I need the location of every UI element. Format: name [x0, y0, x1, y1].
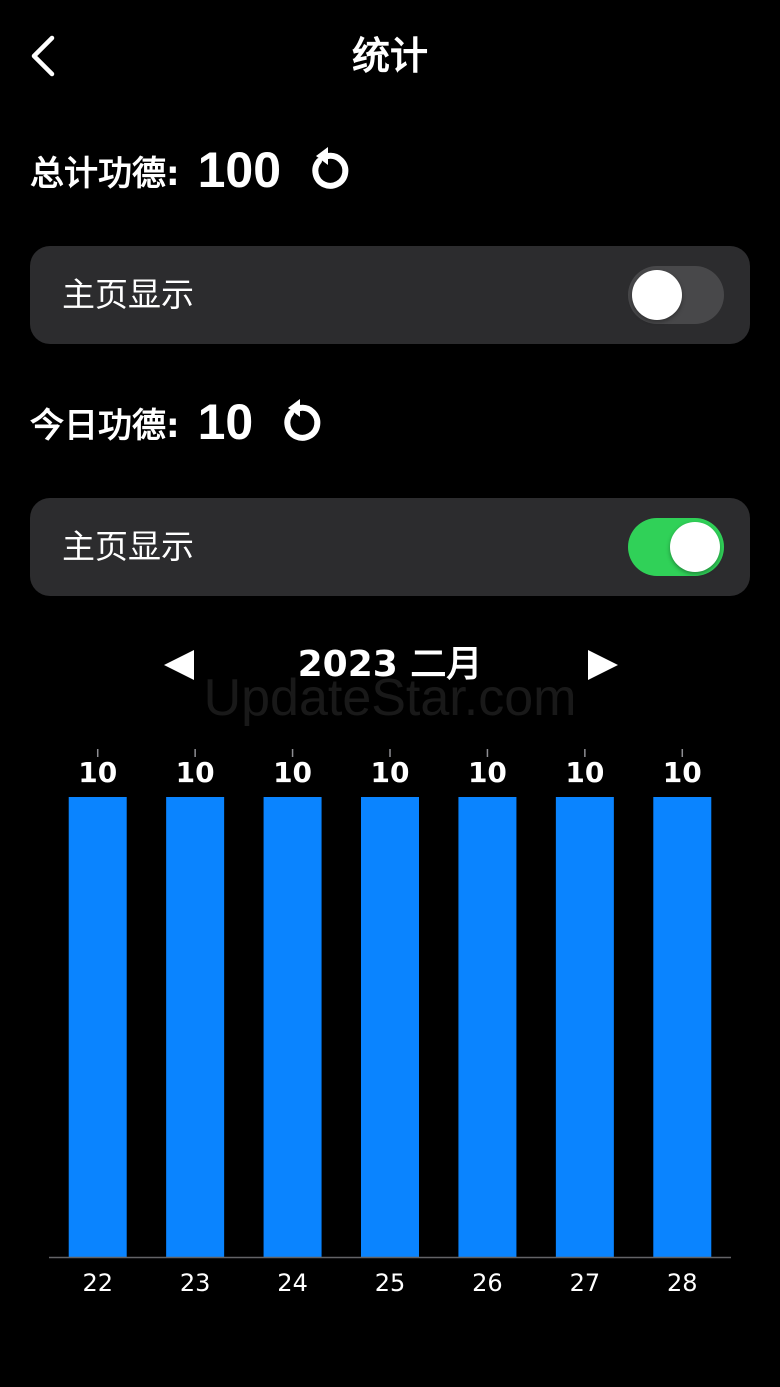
- x-tick-label: 25: [375, 1269, 406, 1297]
- toggle-knob: [670, 522, 720, 572]
- chart-bar: [555, 797, 614, 1257]
- chart-bar: [361, 797, 419, 1257]
- month-title: 2023 二月: [297, 644, 483, 685]
- reset-total-icon[interactable]: [305, 147, 351, 193]
- chart-bar: [166, 797, 225, 1257]
- x-tick-label: 23: [180, 1269, 211, 1297]
- month-navigation: 2023 二月: [0, 640, 780, 690]
- bar-data-label: 10: [176, 756, 215, 789]
- next-month-icon[interactable]: [584, 648, 620, 682]
- today-show-on-home-label: 主页显示: [62, 527, 194, 566]
- total-show-on-home-card: 主页显示: [30, 246, 750, 344]
- total-merit-value: 100: [197, 142, 282, 198]
- total-show-on-home-toggle[interactable]: [628, 266, 724, 324]
- chart-bar: [458, 797, 517, 1257]
- total-merit-label: 总计功德:: [30, 153, 180, 194]
- bar-data-label: 10: [663, 756, 702, 789]
- bar-data-label: 10: [371, 756, 410, 789]
- today-merit-value: 10: [197, 394, 254, 450]
- chart-bar: [653, 797, 712, 1257]
- chart-bar: [263, 797, 322, 1257]
- x-tick-label: 24: [277, 1269, 308, 1297]
- x-tick-label: 28: [667, 1269, 698, 1297]
- today-show-on-home-card: 主页显示: [30, 498, 750, 596]
- toggle-knob: [632, 270, 682, 320]
- today-merit-label: 今日功德:: [30, 405, 180, 446]
- x-tick-label: 26: [472, 1269, 503, 1297]
- bar-data-label: 10: [468, 756, 507, 789]
- page-title: 统计: [351, 34, 428, 78]
- today-merit-row: 今日功德: 10: [30, 392, 323, 452]
- statistics-screen: 统计 总计功德: 100 主页显示 今日功德: 10 主页显示 2023 二月 …: [0, 0, 780, 1387]
- total-merit-row: 总计功德: 100: [30, 140, 351, 200]
- x-tick-label: 22: [82, 1269, 113, 1297]
- bar-data-label: 10: [565, 756, 604, 789]
- daily-merit-bar-chart: 10 22 10 23 10 24 10 25 10 26 10 27 10 28: [49, 749, 731, 1297]
- total-show-on-home-label: 主页显示: [62, 275, 194, 314]
- chart-bar: [68, 797, 127, 1257]
- today-show-on-home-toggle[interactable]: [628, 518, 724, 576]
- bar-data-label: 10: [273, 756, 312, 789]
- x-tick-label: 27: [570, 1269, 601, 1297]
- reset-today-icon[interactable]: [277, 399, 323, 445]
- bar-data-label: 10: [78, 756, 117, 789]
